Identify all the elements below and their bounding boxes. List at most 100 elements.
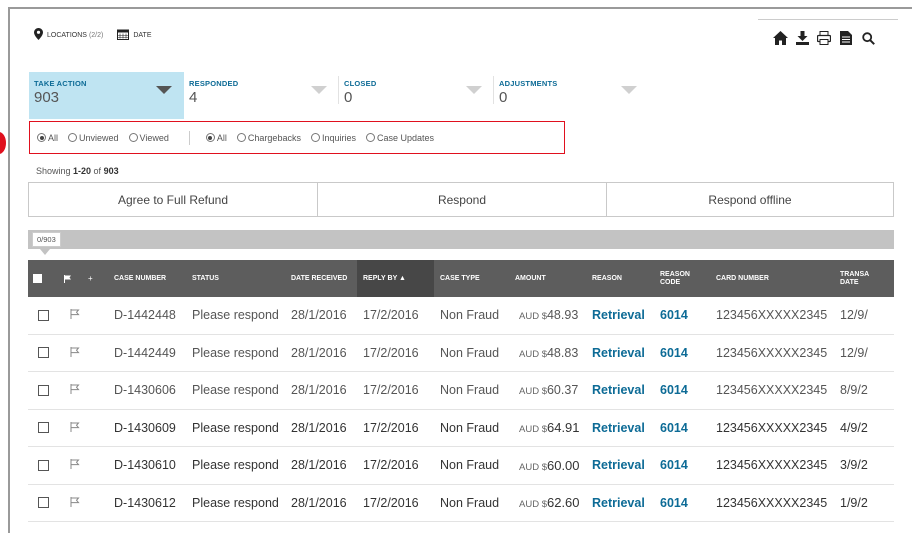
reason-link[interactable]: Retrieval — [586, 383, 654, 397]
tab-adjustments[interactable]: ADJUSTMENTS 0 — [494, 72, 649, 119]
reason-code-link[interactable]: 6014 — [654, 496, 710, 510]
row-checkbox[interactable] — [38, 422, 49, 434]
row-checkbox-cell — [28, 347, 64, 359]
flag-outline-icon[interactable] — [70, 346, 80, 357]
reason-link[interactable]: Retrieval — [586, 421, 654, 435]
case-number[interactable]: D-1442448 — [108, 308, 186, 322]
amount: AUD $48.83 — [509, 346, 586, 360]
col-reason-code[interactable]: REASON CODE — [654, 271, 710, 287]
case-number[interactable]: D-1442449 — [108, 346, 186, 360]
col-reason[interactable]: REASON — [586, 275, 654, 283]
case-number[interactable]: D-1430609 — [108, 421, 186, 435]
select-all-checkbox[interactable] — [33, 274, 42, 283]
radio-label: Case Updates — [376, 132, 435, 143]
table-row[interactable]: D-1430606 Please respond 28/1/2016 17/2/… — [28, 372, 894, 410]
col-case-number[interactable]: CASE NUMBER — [108, 275, 186, 283]
radio-unviewed[interactable]: Unviewed — [68, 133, 119, 143]
row-checkbox-cell — [28, 459, 64, 471]
row-checkbox[interactable] — [38, 497, 49, 509]
radio-viewed[interactable]: Viewed — [128, 133, 169, 143]
table-row[interactable]: D-1442448 Please respond 28/1/2016 17/2/… — [28, 297, 894, 335]
table-row[interactable]: D-1430612 Please respond 28/1/2016 17/2/… — [28, 485, 894, 522]
results-range: 1-20 — [73, 166, 92, 176]
print-icon[interactable] — [816, 30, 832, 46]
flag-outline-icon[interactable] — [70, 309, 80, 320]
results-prefix: Showing — [36, 166, 74, 176]
col-card-number[interactable]: CARD NUMBER — [710, 275, 834, 283]
radio-inquiries[interactable]: Inquiries — [310, 132, 356, 143]
card-number: 123456XXXXX2345 — [716, 383, 828, 398]
row-checkbox[interactable] — [38, 347, 49, 359]
row-checkbox[interactable] — [38, 309, 49, 321]
reason-link[interactable]: Retrieval — [586, 346, 654, 360]
radio-view-all[interactable]: All — [37, 133, 58, 143]
case-number[interactable]: D-1430612 — [108, 496, 186, 510]
case-number[interactable]: D-1430610 — [108, 458, 186, 472]
case-status: Please respond — [192, 458, 279, 473]
tab-responded[interactable]: RESPONDED 4 — [184, 72, 339, 119]
reason-code-link[interactable]: 6014 — [654, 346, 710, 360]
row-flag-cell — [64, 496, 108, 510]
flag-outline-icon[interactable] — [70, 384, 80, 395]
date-received: 28/1/2016 — [291, 308, 347, 323]
radio-type-all[interactable]: All — [205, 133, 227, 143]
card-number: 123456XXXXX2345 — [716, 308, 828, 323]
reason-code-link[interactable]: 6014 — [654, 308, 710, 322]
download-icon[interactable] — [794, 30, 810, 46]
status-tabs: TAKE ACTION 903 RESPONDED 4 CLOSED 0 ADJ… — [29, 72, 649, 119]
reason-link[interactable]: Retrieval — [586, 308, 654, 322]
results-total: 903 — [103, 166, 119, 176]
locations-count: (2/2) — [88, 31, 104, 39]
chevron-down-icon — [156, 86, 172, 94]
locations-filter[interactable]: LOCATIONS (2/2) — [34, 28, 103, 42]
flag-outline-icon[interactable] — [70, 496, 80, 507]
col-status[interactable]: STATUS — [186, 275, 285, 283]
radio-case-updates[interactable]: Case Updates — [365, 132, 435, 143]
document-icon[interactable] — [838, 30, 854, 46]
date-received: 28/1/2016 — [291, 383, 347, 398]
radio-label: Inquiries — [321, 132, 356, 143]
case-type: Non Fraud — [440, 308, 500, 323]
col-date-received[interactable]: DATE RECEIVED — [285, 275, 357, 283]
reason-link[interactable]: Retrieval — [586, 496, 654, 510]
caret-down-icon — [40, 249, 50, 255]
agree-full-refund-button[interactable]: Agree to Full Refund — [29, 183, 318, 216]
case-type: Non Fraud — [440, 495, 500, 510]
card-number: 123456XXXXX2345 — [716, 345, 828, 360]
row-flag-cell — [64, 308, 108, 322]
row-checkbox[interactable] — [38, 459, 49, 471]
radio-selected-icon — [205, 133, 215, 142]
selection-count: 0/903 — [32, 232, 61, 247]
tab-closed[interactable]: CLOSED 0 — [339, 72, 494, 119]
col-amount[interactable]: AMOUNT — [509, 275, 586, 283]
col-transaction-date[interactable]: TRANSA DATE — [834, 271, 874, 287]
reason-code-link[interactable]: 6014 — [654, 458, 710, 472]
date-filter[interactable]: DATE — [117, 28, 152, 42]
radio-icon — [68, 133, 78, 142]
add-icon[interactable]: + — [88, 274, 108, 283]
row-checkbox-cell — [28, 497, 64, 509]
date-received: 28/1/2016 — [291, 420, 347, 435]
radio-chargebacks[interactable]: Chargebacks — [236, 133, 301, 143]
flag-outline-icon[interactable] — [70, 459, 80, 470]
flag-column[interactable] — [64, 274, 88, 283]
table-row[interactable]: D-1430610 Please respond 28/1/2016 17/2/… — [28, 447, 894, 485]
home-icon[interactable] — [772, 30, 788, 46]
reply-by-date: 17/2/2016 — [363, 495, 419, 510]
col-case-type[interactable]: CASE TYPE — [434, 275, 509, 283]
tab-take-action[interactable]: TAKE ACTION 903 — [29, 72, 184, 119]
respond-offline-button[interactable]: Respond offline — [607, 183, 893, 216]
table-row[interactable]: D-1430609 Please respond 28/1/2016 17/2/… — [28, 410, 894, 447]
card-number: 123456XXXXX2345 — [716, 420, 828, 435]
row-checkbox[interactable] — [38, 384, 49, 396]
col-reply-by[interactable]: REPLY BY ▲ — [357, 260, 434, 297]
flag-outline-icon[interactable] — [70, 421, 80, 432]
reason-link[interactable]: Retrieval — [586, 458, 654, 472]
respond-button[interactable]: Respond — [318, 183, 607, 216]
date-received: 28/1/2016 — [291, 458, 347, 473]
reason-code-link[interactable]: 6014 — [654, 421, 710, 435]
case-number[interactable]: D-1430606 — [108, 383, 186, 397]
reason-code-link[interactable]: 6014 — [654, 383, 710, 397]
table-row[interactable]: D-1442449 Please respond 28/1/2016 17/2/… — [28, 335, 894, 372]
search-icon[interactable] — [860, 30, 876, 46]
